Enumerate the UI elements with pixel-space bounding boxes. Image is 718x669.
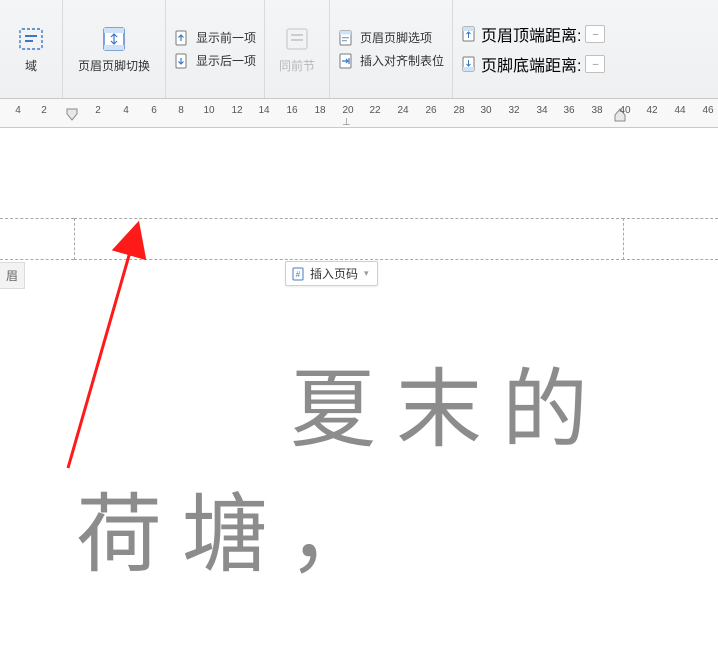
tabstop-icon [338,53,354,69]
options-page-icon [338,30,354,46]
ruler-tick: 6 [151,105,157,116]
header-footer-switch-icon [100,25,128,53]
ruler-tick: 2 [41,105,47,116]
field-label: 域 [25,59,37,73]
ruler-tick: 44 [674,105,685,116]
insert-page-number-button[interactable]: # 插入页码 ▾ [285,261,378,286]
ruler-tick: 4 [123,105,129,116]
ruler-tick: 16 [286,105,297,116]
prev-next-group: 显示前一项 显示后一项 [166,0,265,98]
show-previous-button[interactable]: 显示前一项 [174,29,256,46]
distance-group: 页眉顶端距离: – 页脚底端距离: – [453,0,613,98]
ruler-tick: 18 [314,105,325,116]
footer-distance-spinner[interactable]: – [585,55,605,73]
ribbon-toolbar: 域 页眉页脚切换 显示前一项 显示后一项 同前节 [0,0,718,99]
indent-marker-left-icon[interactable] [66,108,78,122]
ruler-tick: 14 [258,105,269,116]
header-margin-right [622,218,718,260]
show-previous-label: 显示前一项 [196,29,256,46]
ruler-tick: 46 [702,105,713,116]
link-sections-icon [283,25,311,53]
page-number-icon: # [292,267,306,281]
ruler-tick: 40 [619,105,630,116]
header-tag-text: 眉 [6,269,18,283]
header-tag: 眉 [0,262,25,289]
document-body-text: 夏末的 荷塘， [76,348,636,597]
show-next-label: 显示后一项 [196,52,256,69]
footer-distance-icon [461,56,477,72]
ruler-tick: 36 [563,105,574,116]
ruler-tick: 38 [591,105,602,116]
hf-extra-group: 页眉页脚选项 插入对齐制表位 [330,0,453,98]
header-distance-row: 页眉顶端距离: – [461,22,605,46]
ruler-tick: 34 [536,105,547,116]
header-margin-left [0,218,74,260]
header-footer-switch-label: 页眉页脚切换 [78,59,150,73]
insert-page-number-label: 插入页码 [310,265,358,282]
insert-alignment-tab-button[interactable]: 插入对齐制表位 [338,52,444,69]
ruler-tick: 4 [15,105,21,116]
ruler-tick: 32 [508,105,519,116]
ruler-tick: 2 [95,105,101,116]
ruler-tick: 42 [646,105,657,116]
header-distance-label: 页眉顶端距离: [481,22,581,46]
field-button[interactable]: 域 [0,0,63,98]
footer-distance-row: 页脚底端距离: – [461,52,605,76]
page-down-icon [174,53,190,69]
ruler-tick: 28 [453,105,464,116]
same-as-previous-button: 同前节 [265,0,330,98]
ruler-tick: 10 [203,105,214,116]
page-up-icon [174,30,190,46]
ruler-tick: 30 [480,105,491,116]
ruler-caret-icon: ⊥ [342,117,351,128]
ruler-tick: 20 [342,105,353,116]
header-footer-options-label: 页眉页脚选项 [360,29,432,46]
ruler-tick: 8 [178,105,184,116]
ruler-tick: 22 [369,105,380,116]
header-distance-spinner[interactable]: – [585,25,605,43]
svg-text:#: # [296,270,301,279]
ruler-tick: 26 [425,105,436,116]
header-footer-switch-button[interactable]: 页眉页脚切换 [63,0,166,98]
body-line-1: 夏末的 [76,348,636,473]
ruler-tick: 12 [231,105,242,116]
header-footer-options-button[interactable]: 页眉页脚选项 [338,29,444,46]
footer-distance-label: 页脚底端距离: [481,52,581,76]
header-edit-box[interactable] [74,218,624,260]
horizontal-ruler[interactable]: ⊥ 42246810121416182022242628303234363840… [0,99,718,128]
chevron-down-icon: ▾ [364,268,369,279]
header-distance-icon [461,26,477,42]
ruler-tick: 24 [397,105,408,116]
show-next-button[interactable]: 显示后一项 [174,52,256,69]
field-icon [17,25,45,53]
insert-alignment-tab-label: 插入对齐制表位 [360,52,444,69]
same-as-previous-label: 同前节 [279,59,315,73]
body-line-2: 荷塘， [76,473,636,598]
document-area[interactable]: 眉 # 插入页码 ▾ 夏末的 荷塘， [0,128,718,669]
